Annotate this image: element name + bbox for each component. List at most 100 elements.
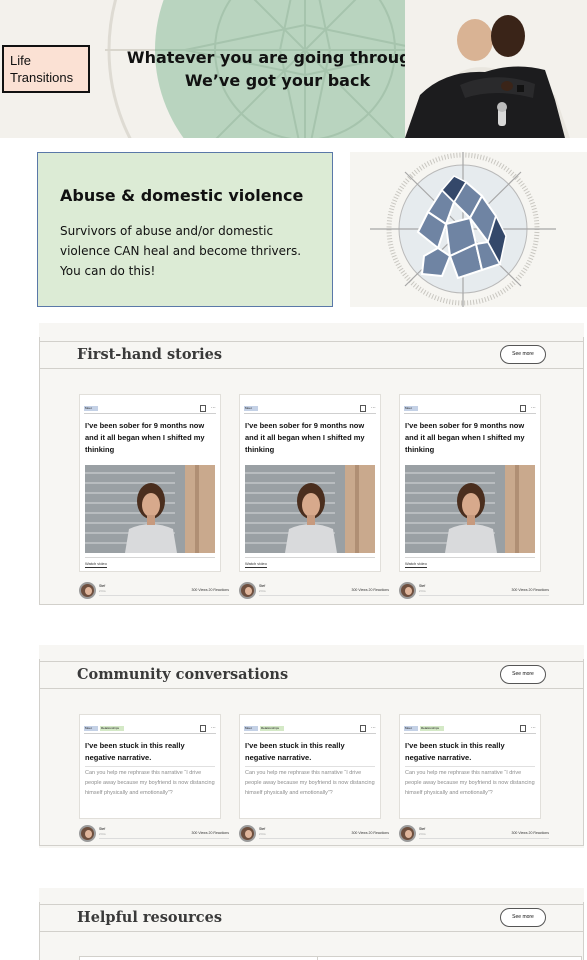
section-title: First-hand stories <box>77 346 223 363</box>
author-name[interactable]: Stef 2 hrs <box>259 584 266 594</box>
more-icon[interactable]: ⋯ <box>371 404 376 412</box>
tagline-line-1: Whatever you are going through, <box>126 48 429 67</box>
hug-photo <box>405 0 587 138</box>
avatar[interactable] <box>399 582 416 599</box>
category-tag[interactable]: Moet <box>84 726 98 731</box>
story-title[interactable]: I’ve been sober for 9 months now and it … <box>405 420 537 456</box>
card-stats: 300 Views 20 Reactions <box>511 588 550 592</box>
topic-tag[interactable]: Relationships <box>260 726 284 731</box>
story-card[interactable]: Moet ⋯ I’ve been sober for 9 months now … <box>399 394 541 572</box>
card-footer: Stef 2 hrs 300 Views 20 Reactions <box>239 582 389 602</box>
resource-card[interactable] <box>79 956 344 960</box>
first-hand-stories-section: First-hand stories See more Moet ⋯ I’ve … <box>39 323 584 605</box>
author-name[interactable]: Stef 2 hrs <box>419 827 426 837</box>
category-tag[interactable]: Moet <box>404 726 418 731</box>
card-toolbar: Moet Relationships ⋯ <box>244 724 376 734</box>
more-icon[interactable]: ⋯ <box>211 724 216 732</box>
card-toolbar: Moet ⋯ <box>244 404 376 414</box>
section-header: Helpful resources See more <box>39 904 584 932</box>
conversation-excerpt: Can you help me rephrase this narrative … <box>245 766 375 798</box>
bookmark-icon[interactable] <box>520 405 526 412</box>
card-footer: Stef 2 hrs 300 Views 20 Reactions <box>79 825 229 845</box>
bookmark-icon[interactable] <box>520 725 526 732</box>
story-photo[interactable] <box>85 465 215 553</box>
author-name[interactable]: Stef 2 hrs <box>99 584 106 594</box>
footer-rule <box>259 595 389 596</box>
watch-video-link[interactable]: Watch video <box>405 561 427 568</box>
author-name[interactable]: Stef 2 hrs <box>419 584 426 594</box>
category-tag[interactable]: Moet <box>244 726 258 731</box>
card-toolbar: Moet ⋯ <box>84 404 216 414</box>
bookmark-icon[interactable] <box>360 725 366 732</box>
card-toolbar: Moet Relationships ⋯ <box>404 724 536 734</box>
author-name[interactable]: Stef 2 hrs <box>99 827 106 837</box>
shattered-compass-illustration <box>350 152 587 307</box>
story-title[interactable]: I’ve been sober for 9 months now and it … <box>245 420 377 456</box>
tagline-line-2: We’ve got your back <box>184 71 371 90</box>
conversation-title[interactable]: I’ve been stuck in this really negative … <box>405 740 537 764</box>
badge-label: Life Transitions <box>10 53 74 85</box>
card-stats: 300 Views 20 Reactions <box>351 588 390 592</box>
watch-video-link[interactable]: Watch video <box>85 561 107 568</box>
divider <box>405 557 535 558</box>
avatar[interactable] <box>79 582 96 599</box>
card-stats: 300 Views 20 Reactions <box>191 831 230 835</box>
see-more-button[interactable]: See more <box>500 665 546 684</box>
card-footer: Stef 2 hrs 300 Views 20 Reactions <box>79 582 229 602</box>
section-title: Helpful resources <box>77 909 223 926</box>
conversation-title[interactable]: I’ve been stuck in this really negative … <box>85 740 217 764</box>
bookmark-icon[interactable] <box>200 725 206 732</box>
conversation-card[interactable]: Moet Relationships ⋯ I’ve been stuck in … <box>399 714 541 819</box>
conversation-title[interactable]: I’ve been stuck in this really negative … <box>245 740 377 764</box>
story-photo[interactable] <box>405 465 535 553</box>
category-tag[interactable]: Moet <box>404 406 418 411</box>
author-name[interactable]: Stef 2 hrs <box>259 827 266 837</box>
topic-description: Survivors of abuse and/or domestic viole… <box>60 224 302 278</box>
avatar[interactable] <box>239 582 256 599</box>
more-icon[interactable]: ⋯ <box>531 724 536 732</box>
more-icon[interactable]: ⋯ <box>531 404 536 412</box>
community-conversations-section: Community conversations See more Moet Re… <box>39 645 584 848</box>
footer-rule <box>99 595 229 596</box>
card-stats: 300 Views 20 Reactions <box>511 831 550 835</box>
category-tag[interactable]: Moet <box>244 406 258 411</box>
card-footer: Stef 2 hrs 300 Views 20 Reactions <box>399 582 549 602</box>
bookmark-icon[interactable] <box>360 405 366 412</box>
life-transitions-badge[interactable]: Life Transitions <box>2 45 90 93</box>
card-toolbar: Moet Relationships ⋯ <box>84 724 216 734</box>
avatar[interactable] <box>79 825 96 842</box>
helpful-resources-section: Helpful resources See more <box>39 888 584 960</box>
avatar[interactable] <box>399 825 416 842</box>
card-footer: Stef 2 hrs 300 Views 20 Reactions <box>239 825 389 845</box>
divider <box>85 557 215 558</box>
footer-rule <box>99 838 229 839</box>
section-header: First-hand stories See more <box>39 341 584 369</box>
category-tag[interactable]: Moet <box>84 406 98 411</box>
more-icon[interactable]: ⋯ <box>371 724 376 732</box>
see-more-button[interactable]: See more <box>500 345 546 364</box>
story-title[interactable]: I’ve been sober for 9 months now and it … <box>85 420 217 456</box>
conversation-card[interactable]: Moet Relationships ⋯ I’ve been stuck in … <box>239 714 381 819</box>
conversation-excerpt: Can you help me rephrase this narrative … <box>405 766 535 798</box>
header-banner: Life Transitions Whatever you are going … <box>0 0 587 138</box>
banner-tagline: Whatever you are going through, We’ve go… <box>125 46 430 92</box>
card-toolbar: Moet ⋯ <box>404 404 536 414</box>
story-card[interactable]: Moet ⋯ I’ve been sober for 9 months now … <box>239 394 381 572</box>
avatar[interactable] <box>239 825 256 842</box>
resource-card[interactable] <box>317 956 582 960</box>
story-photo[interactable] <box>245 465 375 553</box>
conversation-card[interactable]: Moet Relationships ⋯ I’ve been stuck in … <box>79 714 221 819</box>
story-card[interactable]: Moet ⋯ I’ve been sober for 9 months now … <box>79 394 221 572</box>
footer-rule <box>419 595 549 596</box>
footer-rule <box>419 838 549 839</box>
bookmark-icon[interactable] <box>200 405 206 412</box>
see-more-button[interactable]: See more <box>500 908 546 927</box>
topic-tag[interactable]: Relationships <box>100 726 124 731</box>
topic-title: Abuse & domestic violence <box>60 186 304 205</box>
more-icon[interactable]: ⋯ <box>211 404 216 412</box>
footer-rule <box>259 838 389 839</box>
section-header: Community conversations See more <box>39 661 584 689</box>
watch-video-link[interactable]: Watch video <box>245 561 267 568</box>
card-stats: 300 Views 20 Reactions <box>351 831 390 835</box>
topic-tag[interactable]: Relationships <box>420 726 444 731</box>
